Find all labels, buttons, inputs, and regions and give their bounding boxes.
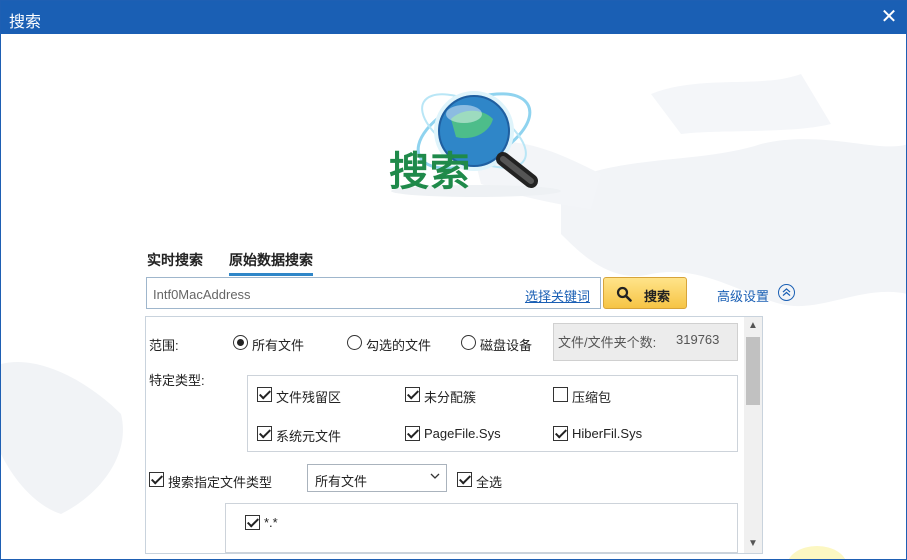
window-title: 搜索	[9, 14, 42, 31]
system-metafile-checkbox[interactable]	[257, 426, 272, 441]
file-count-display: 文件/文件夹个数: 319763	[553, 323, 738, 361]
title-bar: 搜索 ✕	[1, 1, 906, 34]
select-all-label: 全选	[476, 475, 503, 490]
scope-all-files-radio[interactable]	[233, 335, 248, 350]
scroll-up-icon[interactable]: ▲	[744, 317, 762, 335]
chevron-down-icon	[430, 473, 440, 479]
residual-area-checkbox[interactable]	[257, 387, 272, 402]
extension-all-checkbox[interactable]	[245, 515, 260, 530]
tab-realtime-search[interactable]: 实时搜索	[147, 250, 203, 273]
archive-checkbox[interactable]	[553, 387, 568, 402]
scope-label: 范围:	[149, 338, 179, 353]
search-dialog: 搜索 ✕ 搜索 实时搜索 原始数据搜索 选择关键词 搜索 高级设置	[0, 0, 907, 560]
collapse-up-icon[interactable]	[778, 284, 795, 301]
residual-area-label: 文件残留区	[276, 390, 342, 405]
vertical-scrollbar[interactable]: ▲ ▼	[744, 317, 762, 553]
scope-all-files-label: 所有文件	[252, 338, 305, 353]
scope-checked-files-radio[interactable]	[347, 335, 362, 350]
file-count-value: 319763	[676, 332, 720, 347]
extension-list	[225, 503, 738, 553]
search-button[interactable]: 搜索	[603, 277, 687, 309]
file-type-select[interactable]: 所有文件	[307, 464, 447, 492]
archive-label: 压缩包	[572, 390, 612, 405]
unallocated-clusters-label: 未分配簇	[424, 390, 477, 405]
system-metafile-label: 系统元文件	[276, 429, 342, 444]
search-file-type-label: 搜索指定文件类型	[168, 475, 273, 490]
scope-disk-device-radio[interactable]	[461, 335, 476, 350]
special-types-label: 特定类型:	[149, 373, 205, 388]
scroll-thumb[interactable]	[746, 337, 760, 405]
file-count-label: 文件/文件夹个数:	[558, 335, 657, 350]
logo-text: 搜索	[389, 149, 471, 195]
extension-all-label: *.*	[264, 515, 278, 530]
search-input[interactable]	[153, 283, 513, 305]
search-button-label: 搜索	[644, 289, 671, 304]
pagefile-checkbox[interactable]	[405, 426, 420, 441]
file-type-select-value: 所有文件	[315, 474, 368, 489]
close-icon[interactable]: ✕	[878, 6, 900, 28]
select-all-checkbox[interactable]	[457, 472, 472, 487]
scope-disk-device-label: 磁盘设备	[480, 338, 533, 353]
search-input-container: 选择关键词	[146, 277, 601, 309]
scope-checked-files-label: 勾选的文件	[366, 338, 432, 353]
search-icon	[616, 286, 632, 302]
pagefile-label: PageFile.Sys	[424, 426, 501, 441]
search-file-type-checkbox[interactable]	[149, 472, 164, 487]
scroll-down-icon[interactable]: ▼	[744, 535, 762, 553]
hiberfil-checkbox[interactable]	[553, 426, 568, 441]
unallocated-clusters-checkbox[interactable]	[405, 387, 420, 402]
choose-keyword-link[interactable]: 选择关键词	[525, 286, 590, 305]
tab-raw-data-search[interactable]: 原始数据搜索	[229, 250, 313, 276]
advanced-settings-link[interactable]: 高级设置	[717, 286, 769, 305]
hiberfil-label: HiberFil.Sys	[572, 426, 643, 441]
